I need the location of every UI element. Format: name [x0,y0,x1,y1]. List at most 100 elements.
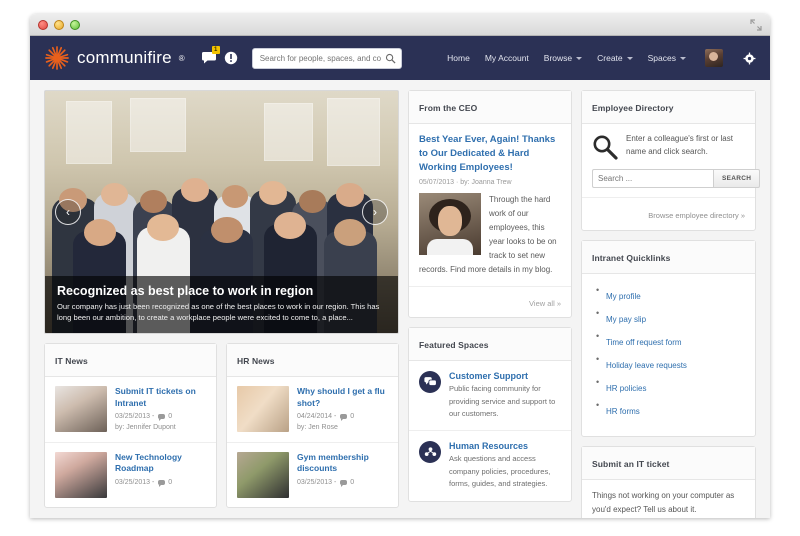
space-name-link[interactable]: Human Resources [449,441,561,451]
it-ticket-header: Submit an IT ticket [582,447,755,480]
ceo-panel: From the CEO Best Year Ever, Again! Than… [408,90,572,319]
settings-gear-icon[interactable] [743,52,756,65]
nav-label: Spaces [647,53,676,63]
carousel-next-button[interactable]: › [362,199,388,226]
news-title-link[interactable]: New Technology Roadmap [115,452,206,475]
quicklink-my-profile[interactable]: My profile [606,292,641,301]
header-icon-group: 1 [201,46,238,65]
hr-news-panel: HR News Why should I get a flu shot? 04/… [226,343,399,508]
left-column: ‹ › Recognized as best place to work in … [44,90,399,508]
list-item[interactable]: Holiday leave requests [596,354,745,373]
quicklinks-list: My profile My pay slip Time off request … [592,283,745,427]
chevron-down-icon [626,56,633,60]
carousel-prev-button[interactable]: ‹ [55,199,81,226]
directory-instruction-row: Enter a colleague's first or last name a… [592,133,745,169]
search-icon[interactable] [385,53,396,64]
panel-title: IT News [55,356,88,367]
hero-carousel[interactable]: ‹ › Recognized as best place to work in … [44,90,399,335]
news-date-comments: 03/25/2013 - 0 [297,478,355,487]
news-item[interactable]: New Technology Roadmap 03/25/2013 - 0 [45,443,216,507]
hero-description: Our company has just been recognized as … [57,302,380,323]
page-content: ‹ › Recognized as best place to work in … [30,80,770,518]
news-title-link[interactable]: Why should I get a flu shot? [297,386,388,409]
list-item[interactable]: Time off request form [596,331,745,350]
search-input[interactable] [251,47,402,69]
chevron-down-icon [576,56,583,60]
window-controls[interactable] [38,20,80,30]
brand-logo[interactable]: communifire ® [44,45,185,71]
search-icon [593,135,618,160]
browse-directory-link[interactable]: Browse employee directory » [648,211,745,220]
news-author: by: Jen Rose [297,423,338,431]
alert-icon[interactable] [224,51,238,65]
nav-item-create[interactable]: Create [597,53,633,63]
ceo-post-title-link[interactable]: Best Year Ever, Again! Thanks to Our Ded… [419,133,561,174]
quicklink-hr-policies[interactable]: HR policies [606,384,646,393]
starburst-logo-icon [45,46,69,70]
it-ticket-body: Things not working on your computer as y… [582,480,755,518]
space-meta: Customer Support Public facing community… [449,371,561,420]
ceo-panel-footer: View all » [409,286,571,317]
messages-icon[interactable]: 1 [201,46,220,65]
quicklinks-body: My profile My pay slip Time off request … [582,274,755,436]
right-column: Employee Directory Enter a colleague's f… [581,90,761,518]
quicklink-my-pay-slip[interactable]: My pay slip [606,315,646,324]
news-thumbnail [55,386,107,433]
ceo-panel-header: From the CEO [409,91,571,124]
space-item[interactable]: Human Resources Ask questions and access… [409,431,571,500]
space-item[interactable]: Customer Support Public facing community… [409,361,571,432]
news-date-comments: 04/24/2014 - 0 [297,413,355,421]
space-description: Public facing community for providing se… [449,384,556,419]
news-item[interactable]: Gym membership discounts 03/25/2013 - 0 [227,443,398,507]
nav-item-browse[interactable]: Browse [544,53,583,63]
comment-icon [158,479,166,487]
nav-item-my-account[interactable]: My Account [485,53,529,63]
news-comment-count: 0 [168,413,173,420]
directory-search-row: SEARCH [592,169,761,188]
featured-spaces-panel: Featured Spaces Customer Support Public … [408,327,572,502]
news-title-link[interactable]: Submit IT tickets on Intranet [115,386,206,409]
comment-icon [340,414,348,421]
list-item[interactable]: HR policies [596,377,745,396]
nav-label: My Account [484,53,529,63]
quicklink-time-off-request-form[interactable]: Time off request form [606,338,682,347]
nav-item-spaces[interactable]: Spaces [648,53,686,63]
news-date: 03/25/2013 [115,413,151,420]
directory-search-button[interactable]: SEARCH [713,169,761,188]
news-date: 04/24/2014 [297,413,333,420]
news-date: 03/25/2013 [297,478,333,486]
hr-news-header: HR News [227,344,398,378]
panel-title: From the CEO [419,103,478,113]
message-count-badge: 1 [211,46,220,54]
minimize-window-button[interactable] [54,20,64,30]
space-name-link[interactable]: Customer Support [449,371,561,381]
fullscreen-icon[interactable] [750,19,762,31]
close-window-button[interactable] [38,20,48,30]
list-item[interactable]: My pay slip [596,308,745,327]
news-item[interactable]: Why should I get a flu shot? 04/24/2014 … [227,377,398,443]
directory-search-input[interactable] [592,169,713,188]
user-avatar[interactable] [705,49,723,67]
global-search[interactable] [251,47,402,69]
quicklinks-panel: Intranet Quicklinks My profile My pay sl… [581,240,756,437]
news-row: IT News Submit IT tickets on Intranet 03… [44,343,399,508]
news-thumbnail [55,452,107,498]
news-title-link[interactable]: Gym membership discounts [297,452,388,475]
news-item[interactable]: Submit IT tickets on Intranet 03/25/2013… [45,377,216,443]
brand-name: communifire [77,48,172,67]
list-item[interactable]: My profile [596,285,745,304]
quicklink-holiday-leave-requests[interactable]: Holiday leave requests [606,361,687,370]
panel-title: Employee Directory [592,103,674,113]
news-meta: Submit IT tickets on Intranet 03/25/2013… [115,386,206,433]
employee-directory-header: Employee Directory [582,91,755,124]
panel-title: Featured Spaces [419,340,489,351]
list-item[interactable]: HR forms [596,400,745,419]
nav-label: Create [597,53,623,63]
quicklink-hr-forms[interactable]: HR forms [606,407,640,416]
maximize-window-button[interactable] [70,20,80,30]
view-all-link[interactable]: View all » [529,299,561,308]
news-author: by: Jennifer Dupont [115,423,176,431]
news-comment-count: 0 [168,478,173,486]
middle-column: From the CEO Best Year Ever, Again! Than… [408,90,572,508]
nav-item-home[interactable]: Home [447,53,470,63]
